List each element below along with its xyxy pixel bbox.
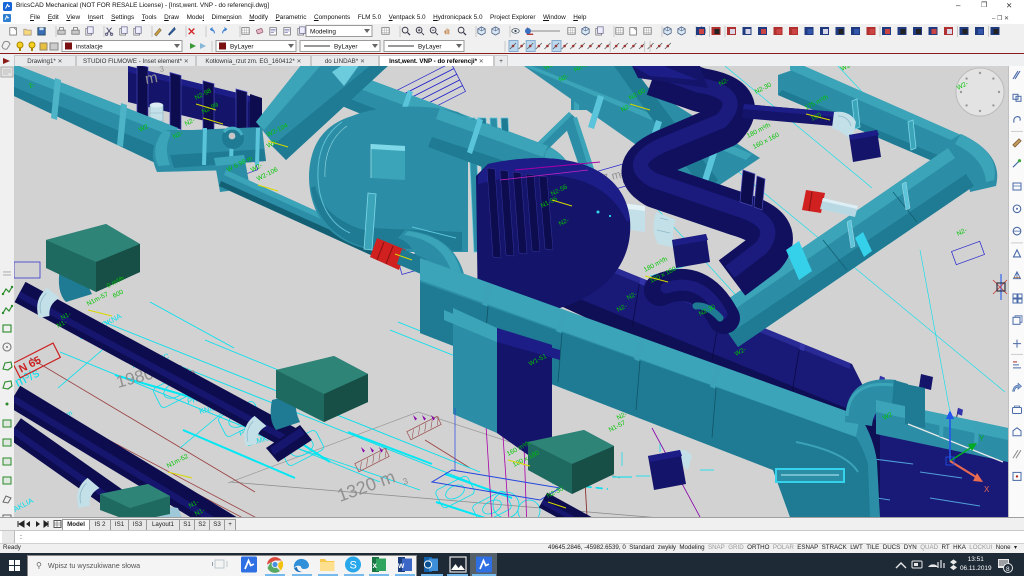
svg-text:8: 8 [1006,566,1010,573]
svg-text:X: X [984,485,990,494]
svg-text:ByLayer: ByLayer [334,44,358,51]
svg-text:ByLayer: ByLayer [418,44,442,51]
svg-text:w: w [397,561,405,570]
svg-text:S: S [350,560,357,572]
svg-text:Y: Y [979,434,985,443]
svg-text:Modeling: Modeling [310,29,336,36]
svg-text:ByLayer: ByLayer [230,44,254,51]
svg-text:instalacje: instalacje [76,44,103,51]
svg-text:x: x [373,561,378,570]
